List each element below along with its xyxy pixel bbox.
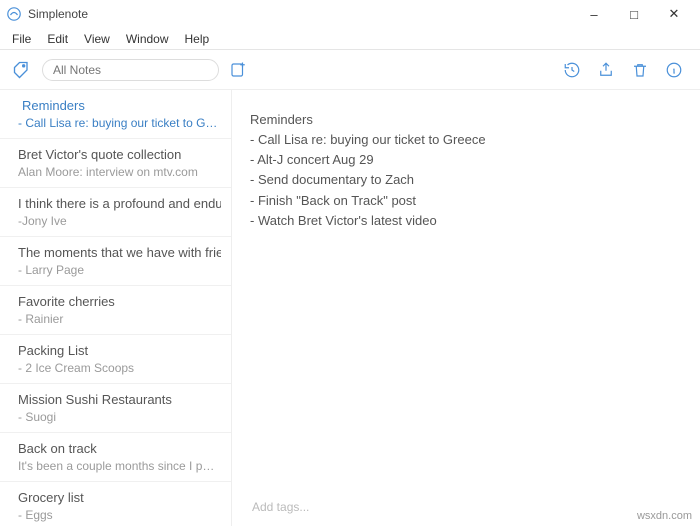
note-title: Grocery list	[18, 490, 84, 505]
note-preview: Alan Moore: interview on mtv.com	[18, 165, 221, 179]
share-icon[interactable]	[596, 60, 616, 80]
note-preview: - Rainier	[18, 312, 221, 326]
notes-list[interactable]: Reminders - Call Lisa re: buying our tick…	[0, 90, 232, 526]
history-icon[interactable]	[562, 60, 582, 80]
note-preview: -Jony Ive	[18, 214, 221, 228]
menu-view[interactable]: View	[76, 30, 118, 48]
note-preview: It's been a couple months since I posted…	[18, 459, 221, 473]
menubar: File Edit View Window Help	[0, 28, 700, 50]
note-item[interactable]: Packing List - 2 Ice Cream Scoops	[0, 335, 231, 384]
note-preview: - 2 Ice Cream Scoops	[18, 361, 221, 375]
watermark: wsxdn.com	[637, 510, 692, 522]
note-body[interactable]: Reminders - Call Lisa re: buying our tic…	[250, 110, 682, 492]
note-item[interactable]: Reminders - Call Lisa re: buying our tick…	[0, 90, 231, 139]
note-item[interactable]: Grocery list - Eggs	[0, 482, 231, 526]
menu-file[interactable]: File	[4, 30, 39, 48]
note-item[interactable]: I think there is a profound and enduring…	[0, 188, 231, 237]
new-note-button[interactable]	[227, 59, 249, 81]
search-input[interactable]	[42, 59, 219, 81]
note-title: Favorite cherries	[18, 294, 115, 309]
note-title: I think there is a profound and enduring…	[18, 196, 221, 211]
note-preview: - Suogi	[18, 410, 221, 424]
note-title: Packing List	[18, 343, 88, 358]
titlebar: Simplenote – □ ✕	[0, 0, 700, 28]
menu-edit[interactable]: Edit	[39, 30, 76, 48]
minimize-button[interactable]: –	[574, 0, 614, 28]
maximize-button[interactable]: □	[614, 0, 654, 28]
note-title: Bret Victor's quote collection	[18, 147, 181, 162]
content: Reminders - Call Lisa re: buying our tick…	[0, 90, 700, 526]
tags-icon[interactable]	[10, 58, 34, 82]
note-preview: - Eggs	[18, 508, 221, 522]
note-item[interactable]: The moments that we have with friends ..…	[0, 237, 231, 286]
note-title: Reminders	[22, 98, 85, 113]
window-title: Simplenote	[28, 7, 88, 21]
note-title: The moments that we have with friends ..…	[18, 245, 221, 260]
info-icon[interactable]	[664, 60, 684, 80]
menu-help[interactable]: Help	[177, 30, 218, 48]
note-item[interactable]: Back on track It's been a couple months s…	[0, 433, 231, 482]
menu-window[interactable]: Window	[118, 30, 177, 48]
editor-pane: Reminders - Call Lisa re: buying our tic…	[232, 90, 700, 526]
toolbar	[0, 50, 700, 90]
tags-field[interactable]: Add tags...	[250, 492, 682, 522]
trash-icon[interactable]	[630, 60, 650, 80]
note-title: Back on track	[18, 441, 97, 456]
note-title: Mission Sushi Restaurants	[18, 392, 172, 407]
close-button[interactable]: ✕	[654, 0, 694, 28]
note-preview: - Larry Page	[18, 263, 221, 277]
note-item[interactable]: Favorite cherries - Rainier	[0, 286, 231, 335]
note-preview: - Call Lisa re: buying our ticket to Gre…	[18, 116, 221, 130]
app-icon	[6, 6, 22, 22]
note-item[interactable]: Bret Victor's quote collection Alan Moore…	[0, 139, 231, 188]
note-item[interactable]: Mission Sushi Restaurants - Suogi	[0, 384, 231, 433]
